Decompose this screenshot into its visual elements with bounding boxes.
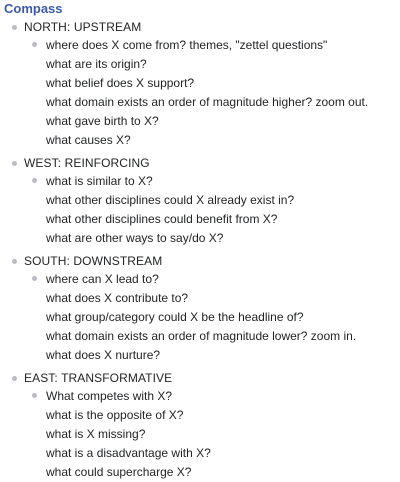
list-item[interactable]: what group/category could X be the headl…	[0, 308, 400, 327]
outline: NORTH: UPSTREAM where does X come from? …	[0, 18, 400, 482]
list-item[interactable]: what could supercharge X?	[0, 463, 400, 482]
bullet-icon[interactable]	[12, 376, 17, 381]
list-item-label: what is similar to X?	[46, 174, 153, 188]
list-item[interactable]: what are other ways to say/do X?	[0, 229, 400, 248]
section-heading-north[interactable]: NORTH: UPSTREAM	[0, 18, 400, 36]
bullet-icon[interactable]	[32, 42, 37, 47]
list-item[interactable]: what are its origin?	[0, 55, 400, 74]
list-item[interactable]: what does X nurture?	[0, 346, 400, 365]
bullet-icon[interactable]	[12, 259, 17, 264]
page-title: Compass	[4, 1, 63, 16]
list-item-label: where can X lead to?	[46, 272, 159, 286]
section-children: where can X lead to? what does X contrib…	[0, 270, 400, 365]
list-item-label: what other disciplines could X already e…	[46, 193, 295, 207]
bullet-icon[interactable]	[32, 178, 37, 183]
list-item-label: what belief does X support?	[46, 76, 195, 90]
list-item-label: what is a disadvantage with X?	[46, 446, 211, 460]
section-heading-west[interactable]: WEST: REINFORCING	[0, 154, 400, 172]
list-item[interactable]: where can X lead to?	[0, 270, 400, 289]
section-label: EAST: TRANSFORMATIVE	[24, 371, 173, 385]
list-item-label: what could supercharge X?	[46, 465, 192, 479]
section-north: NORTH: UPSTREAM where does X come from? …	[0, 18, 400, 154]
list-item-label: what other disciplines could benefit fro…	[46, 212, 278, 226]
bullet-icon[interactable]	[12, 161, 17, 166]
list-item[interactable]: what is a disadvantage with X?	[0, 444, 400, 463]
list-item-label: what are its origin?	[46, 57, 147, 71]
list-item[interactable]: what domain exists an order of magnitude…	[0, 93, 400, 112]
list-item[interactable]: what belief does X support?	[0, 74, 400, 93]
section-label: SOUTH: DOWNSTREAM	[24, 254, 163, 268]
list-item-label: what domain exists an order of magnitude…	[46, 95, 369, 109]
list-item-label: what domain exists an order of magnitude…	[46, 329, 357, 343]
list-item-label: where does X come from? themes, "zettel …	[46, 38, 328, 52]
list-item[interactable]: what is X missing?	[0, 425, 400, 444]
list-item-label: what gave birth to X?	[46, 114, 159, 128]
list-item-label: what causes X?	[46, 133, 131, 147]
list-item[interactable]: what gave birth to X?	[0, 112, 400, 131]
section-heading-south[interactable]: SOUTH: DOWNSTREAM	[0, 252, 400, 270]
section-children: where does X come from? themes, "zettel …	[0, 36, 400, 150]
list-item[interactable]: what other disciplines could benefit fro…	[0, 210, 400, 229]
section-label: WEST: REINFORCING	[24, 156, 150, 170]
list-item-label: what does X contribute to?	[46, 291, 189, 305]
list-item-label: what is the opposite of X?	[46, 408, 184, 422]
section-west: WEST: REINFORCING what is similar to X? …	[0, 154, 400, 252]
list-item-label: what are other ways to say/do X?	[46, 231, 224, 245]
list-item-label: What competes with X?	[46, 389, 173, 403]
section-children: What competes with X? what is the opposi…	[0, 387, 400, 482]
bullet-icon[interactable]	[12, 25, 17, 30]
list-item-label: what is X missing?	[46, 427, 146, 441]
section-east: EAST: TRANSFORMATIVE What competes with …	[0, 369, 400, 482]
bullet-icon[interactable]	[32, 393, 37, 398]
list-item[interactable]: what does X contribute to?	[0, 289, 400, 308]
section-south: SOUTH: DOWNSTREAM where can X lead to? w…	[0, 252, 400, 369]
section-heading-east[interactable]: EAST: TRANSFORMATIVE	[0, 369, 400, 387]
section-children: what is similar to X? what other discipl…	[0, 172, 400, 248]
list-item[interactable]: what domain exists an order of magnitude…	[0, 327, 400, 346]
list-item[interactable]: what is the opposite of X?	[0, 406, 400, 425]
section-label: NORTH: UPSTREAM	[24, 20, 142, 34]
list-item-label: what group/category could X be the headl…	[46, 310, 304, 324]
list-item-label: what does X nurture?	[46, 348, 161, 362]
list-item[interactable]: What competes with X?	[0, 387, 400, 406]
list-item[interactable]: where does X come from? themes, "zettel …	[0, 36, 400, 55]
list-item[interactable]: what causes X?	[0, 131, 400, 150]
list-item[interactable]: what is similar to X?	[0, 172, 400, 191]
bullet-icon[interactable]	[32, 276, 37, 281]
list-item[interactable]: what other disciplines could X already e…	[0, 191, 400, 210]
